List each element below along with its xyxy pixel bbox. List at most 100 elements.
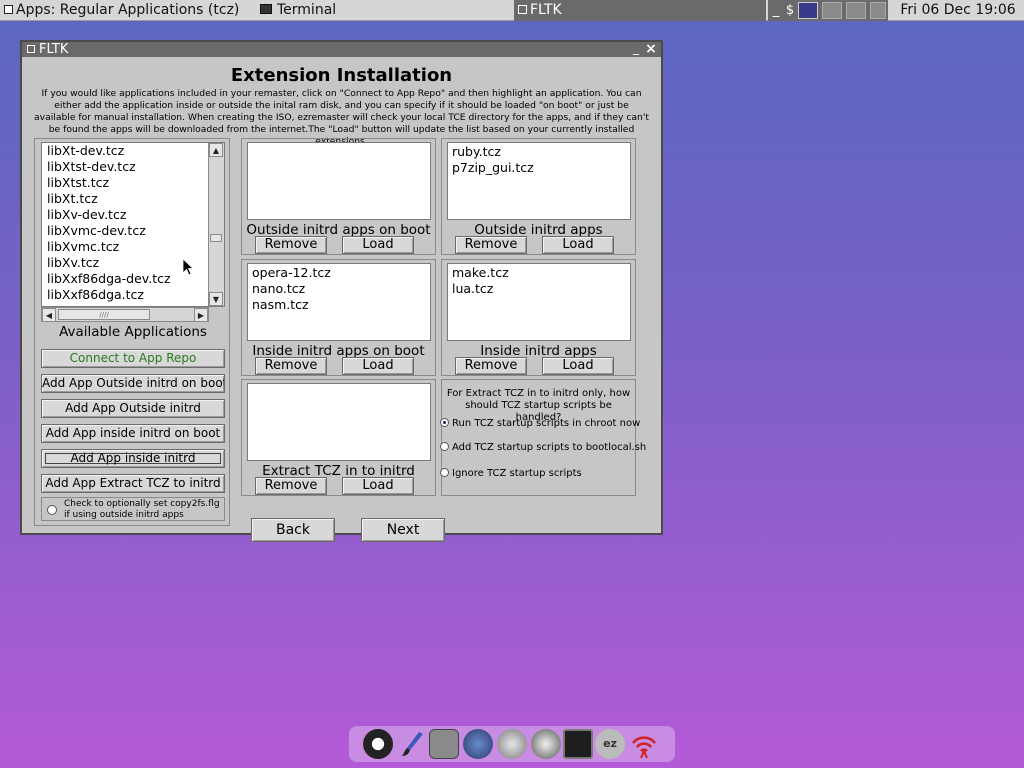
taskbar-apps-window[interactable]: Apps: Regular Applications (tcz) [0,0,252,21]
list-item[interactable]: libXtst.tcz [42,175,224,191]
list-item[interactable]: opera-12.tcz [252,265,426,281]
window-titlebar[interactable]: FLTK _ × [22,42,661,57]
outside-remove-button[interactable]: Remove [455,236,527,254]
outside-boot-remove-button[interactable]: Remove [255,236,327,254]
globe-icon[interactable] [463,729,493,759]
list-item[interactable]: lua.tcz [452,281,626,297]
extract-load-button[interactable]: Load [342,477,414,495]
apps-manager-icon[interactable] [531,729,561,759]
add-app-outside-initrd-on-boot-button[interactable]: Add App Outside initrd on boot [41,374,225,393]
taskbar-apps-label: Apps: Regular Applications (tcz) [16,2,240,18]
list-item[interactable]: libXtst-dev.tcz [42,159,224,175]
desktop-pager-3[interactable] [870,2,886,19]
list-item[interactable]: libXv.tcz [42,255,224,271]
outside-load-button[interactable]: Load [542,236,614,254]
radio-run-in-chroot[interactable]: Run TCZ startup scripts in chroot now [440,417,640,430]
list-item[interactable]: libXt.tcz [42,191,224,207]
add-app-extract-tcz-button[interactable]: Add App Extract TCZ to initrd [41,474,225,493]
inside-initrd-boot-group: opera-12.tcz nano.tcz nasm.tcz Inside in… [241,259,436,376]
list-item[interactable]: nano.tcz [252,281,426,297]
list-item[interactable]: libXv-dev.tcz [42,207,224,223]
connect-to-app-repo-button[interactable]: Connect to App Repo [41,349,225,368]
extract-tcz-list[interactable] [247,383,431,461]
mouse-cursor-icon [182,258,194,276]
available-apps-label: Available Applications [59,324,207,340]
scroll-left-arrow-icon[interactable]: ◀ [42,308,56,322]
tray-monitor-icon[interactable] [798,2,818,19]
list-item[interactable]: libXvmc-dev.tcz [42,223,224,239]
horizontal-scrollbar[interactable]: ◀ //// ▶ [41,307,209,322]
inside-boot-load-button[interactable]: Load [342,357,414,375]
window-title: FLTK [39,42,69,57]
wifi-icon[interactable] [629,729,659,759]
list-item[interactable]: libXxf86dga-dev.tcz [42,271,224,287]
list-item[interactable]: make.tcz [452,265,626,281]
list-item[interactable]: libXvmc.tcz [42,239,224,255]
list-item[interactable]: p7zip_gui.tcz [452,160,626,176]
scroll-right-arrow-icon[interactable]: ▶ [194,308,208,322]
add-app-outside-initrd-button[interactable]: Add App Outside initrd [41,399,225,418]
scroll-up-arrow-icon[interactable]: ▲ [209,143,223,157]
available-apps-panel: libXt-dev.tcz libXtst-dev.tcz libXtst.tc… [34,138,230,526]
system-tray: _ $ [768,0,888,21]
outside-initrd-list[interactable]: ruby.tcz p7zip_gui.tcz [447,142,631,220]
tray-underscore[interactable]: _ [770,2,782,19]
ezremaster-icon[interactable]: ez [595,729,625,759]
radio-label: Ignore TCZ startup scripts [452,468,582,479]
radio-button[interactable] [440,467,449,477]
window-icon [518,4,527,14]
add-app-inside-initrd-button[interactable]: Add App inside initrd [41,449,225,468]
extract-remove-button[interactable]: Remove [255,477,327,495]
inside-initrd-boot-list[interactable]: opera-12.tcz nano.tcz nasm.tcz [247,263,431,341]
extract-tcz-group: Extract TCZ in to initrd Remove Load [241,379,436,496]
inside-initrd-group: make.tcz lua.tcz Inside initrd apps Remo… [441,259,636,376]
close-button[interactable]: × [644,42,658,57]
terminal-icon[interactable] [563,729,593,759]
radio-label: Add TCZ startup scripts to bootlocal.sh [452,442,647,453]
scroll-down-arrow-icon[interactable]: ▼ [209,292,223,306]
vertical-scroll-thumb[interactable] [210,234,222,242]
available-apps-list[interactable]: libXt-dev.tcz libXtst-dev.tcz libXtst.tc… [41,142,225,307]
fltk-window: FLTK _ × Extension Installation If you w… [20,40,663,542]
inside-boot-remove-button[interactable]: Remove [255,357,327,375]
window-client-area: Extension Installation If you would like… [28,59,655,542]
page-title: Extension Installation [230,65,453,86]
list-item[interactable]: libXxf86dga.tcz [42,287,224,303]
tray-terminal-icon[interactable]: $ [784,2,796,19]
list-item[interactable]: ruby.tcz [452,144,626,160]
radio-button-selected[interactable] [440,417,449,427]
network-icon[interactable] [497,729,527,759]
startup-scripts-group: For Extract TCZ in to initrd only, how s… [440,379,646,496]
window-icon [4,4,13,14]
outside-initrd-boot-list[interactable] [247,142,431,220]
copy2fs-checkbox[interactable] [47,505,57,515]
back-button[interactable]: Back [251,518,335,542]
radio-button[interactable] [440,441,449,451]
dock: ez [349,726,675,762]
window-menu-icon[interactable] [27,44,35,53]
power-icon[interactable] [363,729,393,759]
inside-remove-button[interactable]: Remove [455,357,527,375]
list-item[interactable]: nasm.tcz [252,297,426,313]
radio-add-to-bootlocal[interactable]: Add TCZ startup scripts to bootlocal.sh [440,441,647,454]
outside-initrd-boot-group: Outside initrd apps on boot Remove Load [241,138,436,255]
add-app-inside-initrd-on-boot-button[interactable]: Add App inside initrd on boot [41,424,225,443]
horizontal-scroll-thumb[interactable]: //// [58,309,150,320]
radio-ignore-scripts[interactable]: Ignore TCZ startup scripts [440,467,582,480]
inside-load-button[interactable]: Load [542,357,614,375]
copy2fs-label: Check to optionally set copy2fs.flg if u… [64,499,220,520]
desktop-pager-1[interactable] [822,2,842,19]
list-item[interactable]: libXt-dev.tcz [42,143,224,159]
next-button[interactable]: Next [361,518,445,542]
taskbar-terminal-window[interactable]: Terminal [254,0,512,21]
minimize-button[interactable]: _ [629,42,643,57]
inside-initrd-list[interactable]: make.tcz lua.tcz [447,263,631,341]
grid-app-icon[interactable] [429,729,459,759]
vertical-scrollbar[interactable]: ▲ ▼ [208,143,224,306]
copy2fs-option[interactable]: Check to optionally set copy2fs.flg if u… [41,497,225,521]
desktop-pager-2[interactable] [846,2,866,19]
outside-boot-load-button[interactable]: Load [342,236,414,254]
taskbar-fltk-label: FLTK [530,2,562,18]
paintbrush-icon[interactable] [397,729,427,759]
taskbar-fltk-window[interactable]: FLTK [514,0,766,21]
